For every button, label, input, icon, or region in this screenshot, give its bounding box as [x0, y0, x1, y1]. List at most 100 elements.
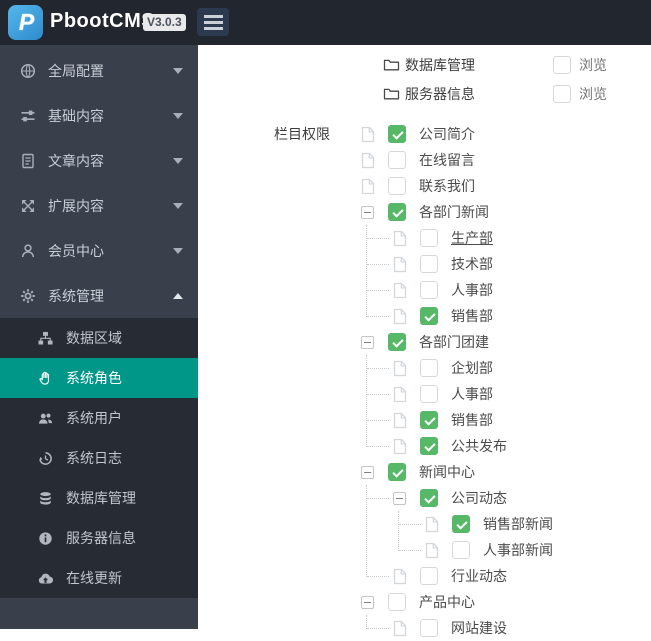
file-icon: [393, 230, 407, 247]
tree-node-row: 行业动态: [367, 563, 553, 589]
sidebar-item-3[interactable]: 扩展内容: [0, 183, 198, 228]
users-icon: [38, 410, 54, 426]
tree-node-label[interactable]: 企划部: [451, 358, 493, 378]
sidebar-subitem-4[interactable]: 数据库管理: [0, 478, 198, 518]
tree-checkbox[interactable]: [388, 151, 406, 169]
permission-row-label: 服务器信息: [405, 85, 475, 102]
tree-node-label[interactable]: 公司动态: [451, 488, 507, 508]
sidebar-item-2[interactable]: 文章内容: [0, 138, 198, 183]
sidebar-item-5[interactable]: 系统管理: [0, 273, 198, 318]
tree-node-label[interactable]: 销售部新闻: [483, 514, 553, 534]
tree-node-label[interactable]: 人事部: [451, 384, 493, 404]
chevron-down-icon: [173, 247, 183, 254]
tree-node-row: 各部门团建: [360, 329, 553, 355]
tree-checkbox[interactable]: [420, 567, 438, 585]
sidebar-item-1[interactable]: 基础内容: [0, 93, 198, 138]
tree-checkbox[interactable]: [388, 463, 406, 481]
tree-checkbox[interactable]: [420, 489, 438, 507]
sidebar-subitem-3[interactable]: 系统日志: [0, 438, 198, 478]
tree-node-row: 技术部: [367, 251, 553, 277]
tree-node-label[interactable]: 在线留言: [419, 150, 475, 170]
tree-checkbox[interactable]: [420, 411, 438, 429]
tree-node-label[interactable]: 技术部: [451, 254, 493, 274]
column-permission-tree: 公司简介 在线留言 联系我们 各部门新闻 生产部 技术部 人事部 销售部 各部门团建 企划部 人事部…: [360, 121, 553, 641]
tree-node-label[interactable]: 人事部新闻: [483, 540, 553, 560]
tree-checkbox[interactable]: [420, 385, 438, 403]
sidebar-item-label: 文章内容: [48, 152, 104, 169]
tree-node: 人事部新闻: [397, 537, 553, 563]
sidebar-subitem-1-active[interactable]: 系统角色: [0, 358, 198, 398]
tree-checkbox[interactable]: [420, 281, 438, 299]
tree-node-row: 销售部新闻: [399, 511, 553, 537]
sidebar-item-label: 基础内容: [48, 107, 104, 124]
permission-row: 数据库管理 浏览: [198, 50, 651, 79]
tree-node-label[interactable]: 产品中心: [419, 592, 475, 612]
tree-checkbox[interactable]: [388, 333, 406, 351]
tree-node-label[interactable]: 销售部: [451, 410, 493, 430]
sidebar-subitem-0[interactable]: 数据区域: [0, 318, 198, 358]
tree-node-label[interactable]: 公司简介: [419, 124, 475, 144]
tree-node-row: 联系我们: [360, 173, 553, 199]
tree-checkbox[interactable]: [452, 515, 470, 533]
sidebar-subitem-2[interactable]: 系统用户: [0, 398, 198, 438]
tree-checkbox[interactable]: [420, 255, 438, 273]
file-icon: [393, 438, 407, 455]
tree-node-label[interactable]: 新闻中心: [419, 462, 475, 482]
column-permission-label: 栏目权限: [274, 126, 330, 142]
tree-node-label[interactable]: 销售部: [451, 306, 493, 326]
tree-node: 新闻中心公司动态销售部新闻人事部新闻行业动态: [360, 459, 553, 589]
tree-node-row: 公共发布: [367, 433, 553, 459]
sidebar-item-0[interactable]: 全局配置: [0, 48, 198, 93]
tree-node-row: 在线留言: [360, 147, 553, 173]
tree-checkbox[interactable]: [388, 125, 406, 143]
tree-node: 销售部新闻: [399, 511, 553, 537]
submenu-item-label: 系统用户: [66, 410, 122, 426]
collapse-minus-icon[interactable]: [393, 491, 406, 505]
tree-node-row: 销售部: [367, 407, 553, 433]
tree-checkbox[interactable]: [388, 177, 406, 195]
sidebar-subitem-6[interactable]: 在线更新: [0, 558, 198, 598]
submenu-item-label: 系统角色: [66, 370, 122, 386]
browse-checkbox[interactable]: [553, 84, 571, 103]
info-icon: [38, 530, 54, 546]
tree-node-label[interactable]: 联系我们: [419, 176, 475, 196]
file-icon: [393, 282, 407, 299]
column-permission-row: 栏目权限 公司简介 在线留言 联系我们 各部门新闻 生产部 技术部 人事部 销售部 各部门团建企…: [198, 121, 651, 641]
tree-checkbox[interactable]: [420, 437, 438, 455]
tree-node-label[interactable]: 各部门新闻: [419, 202, 489, 222]
browse-label: 浏览: [579, 85, 607, 102]
tree-node-label[interactable]: 网站建设: [451, 618, 507, 638]
tree-children: 销售部新闻人事部新闻: [397, 511, 553, 563]
file-icon: [361, 178, 375, 195]
gear-icon: [20, 288, 36, 304]
pbootcms-logo[interactable]: P: [8, 5, 43, 40]
collapse-minus-icon[interactable]: [361, 205, 374, 219]
tree-checkbox[interactable]: [388, 203, 406, 221]
hamburger-menu-icon[interactable]: [197, 8, 229, 36]
tree-node-label[interactable]: 公共发布: [451, 436, 507, 456]
database-icon: [38, 490, 54, 506]
browse-checkbox[interactable]: [553, 55, 571, 74]
expand-arrows-icon: [20, 198, 36, 214]
tree-checkbox[interactable]: [420, 359, 438, 377]
tree-checkbox[interactable]: [420, 619, 438, 637]
tree-node-label[interactable]: 各部门团建: [419, 332, 489, 352]
tree-node: 公司动态销售部新闻人事部新闻: [367, 485, 553, 563]
tree-node: 产品中心网站建设: [360, 589, 553, 641]
tree-node-label[interactable]: 生产部: [451, 228, 493, 248]
user-icon: [20, 243, 36, 259]
tree-node-label[interactable]: 行业动态: [451, 566, 507, 586]
chevron-down-icon: [173, 157, 183, 164]
collapse-minus-icon[interactable]: [361, 335, 374, 349]
collapse-minus-icon[interactable]: [361, 595, 374, 609]
collapse-minus-icon[interactable]: [361, 465, 374, 479]
tree-checkbox[interactable]: [452, 541, 470, 559]
document-icon: [20, 153, 36, 169]
browse-label: 浏览: [579, 56, 607, 73]
sidebar-item-4[interactable]: 会员中心: [0, 228, 198, 273]
tree-node-label[interactable]: 人事部: [451, 280, 493, 300]
tree-checkbox[interactable]: [388, 593, 406, 611]
tree-checkbox[interactable]: [420, 307, 438, 325]
sidebar-subitem-5[interactable]: 服务器信息: [0, 518, 198, 558]
tree-checkbox[interactable]: [420, 229, 438, 247]
